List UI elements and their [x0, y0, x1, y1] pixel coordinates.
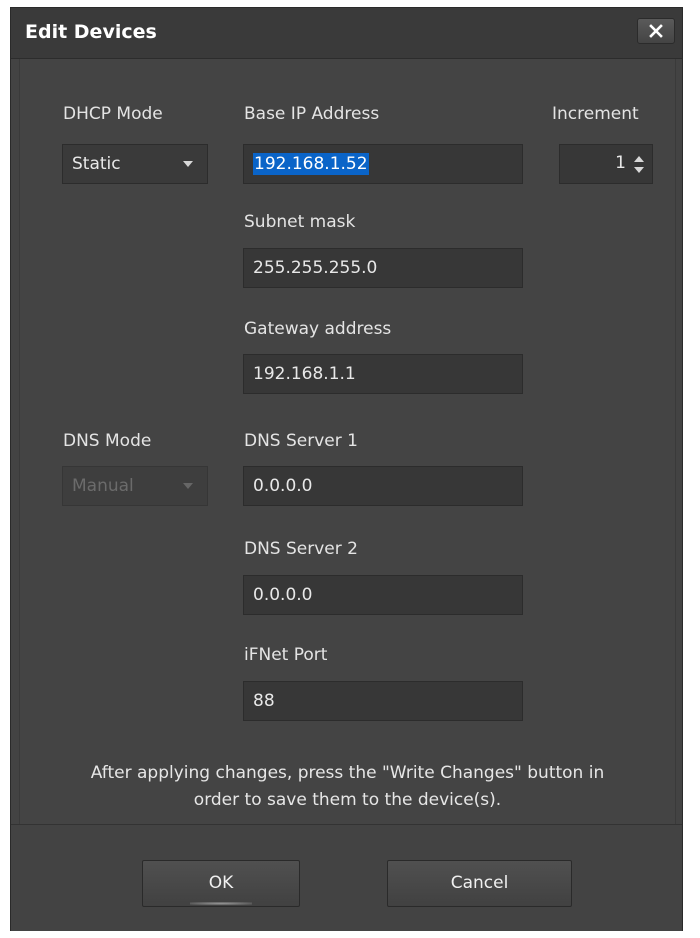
dhcp-mode-value: Static: [72, 154, 121, 174]
spin-down-icon[interactable]: [634, 167, 644, 173]
close-icon: [649, 24, 663, 38]
dns2-input[interactable]: 0.0.0.0: [243, 575, 523, 615]
chevron-down-icon: [183, 483, 193, 489]
edit-devices-dialog: Edit Devices DHCP Mode Static Base IP Ad…: [10, 7, 683, 931]
dhcp-mode-select[interactable]: Static: [62, 144, 208, 184]
title-bar: Edit Devices: [11, 8, 682, 59]
increment-stepper[interactable]: 1: [559, 144, 653, 184]
base-ip-label: Base IP Address: [244, 104, 380, 124]
ifnet-port-value: 88: [253, 691, 275, 711]
base-ip-input[interactable]: 192.168.1.52: [243, 144, 523, 184]
gateway-label: Gateway address: [244, 319, 392, 339]
info-note-line-1: After applying changes, press the "Write…: [90, 763, 605, 783]
dns1-value: 0.0.0.0: [253, 476, 313, 496]
gateway-input[interactable]: 192.168.1.1: [243, 354, 523, 394]
increment-value: 1: [615, 153, 626, 173]
ifnet-port-input[interactable]: 88: [243, 681, 523, 721]
dns2-label: DNS Server 2: [244, 539, 358, 559]
spin-up-icon[interactable]: [634, 156, 644, 162]
dns-mode-select[interactable]: Manual: [62, 466, 208, 506]
subnet-label: Subnet mask: [244, 212, 356, 232]
chevron-down-icon: [183, 161, 193, 167]
dialog-title: Edit Devices: [25, 21, 157, 43]
button-bar: OK Cancel: [11, 824, 682, 931]
ifnet-port-label: iFNet Port: [244, 645, 328, 665]
gateway-value: 192.168.1.1: [253, 364, 356, 384]
increment-label: Increment: [552, 104, 639, 124]
dhcp-mode-label: DHCP Mode: [63, 104, 163, 124]
info-note-line-2: order to save them to the device(s).: [193, 790, 502, 810]
dns2-value: 0.0.0.0: [253, 585, 313, 605]
dns-mode-value: Manual: [72, 476, 134, 496]
dns1-label: DNS Server 1: [244, 431, 358, 451]
ok-button[interactable]: OK: [142, 860, 300, 907]
cancel-button[interactable]: Cancel: [387, 860, 572, 907]
dns-mode-label: DNS Mode: [63, 431, 152, 451]
dns1-input[interactable]: 0.0.0.0: [243, 466, 523, 506]
base-ip-value: 192.168.1.52: [253, 153, 369, 175]
subnet-input[interactable]: 255.255.255.0: [243, 248, 523, 288]
subnet-value: 255.255.255.0: [253, 258, 378, 278]
info-note: After applying changes, press the "Write…: [11, 760, 684, 814]
close-button[interactable]: [637, 18, 675, 44]
